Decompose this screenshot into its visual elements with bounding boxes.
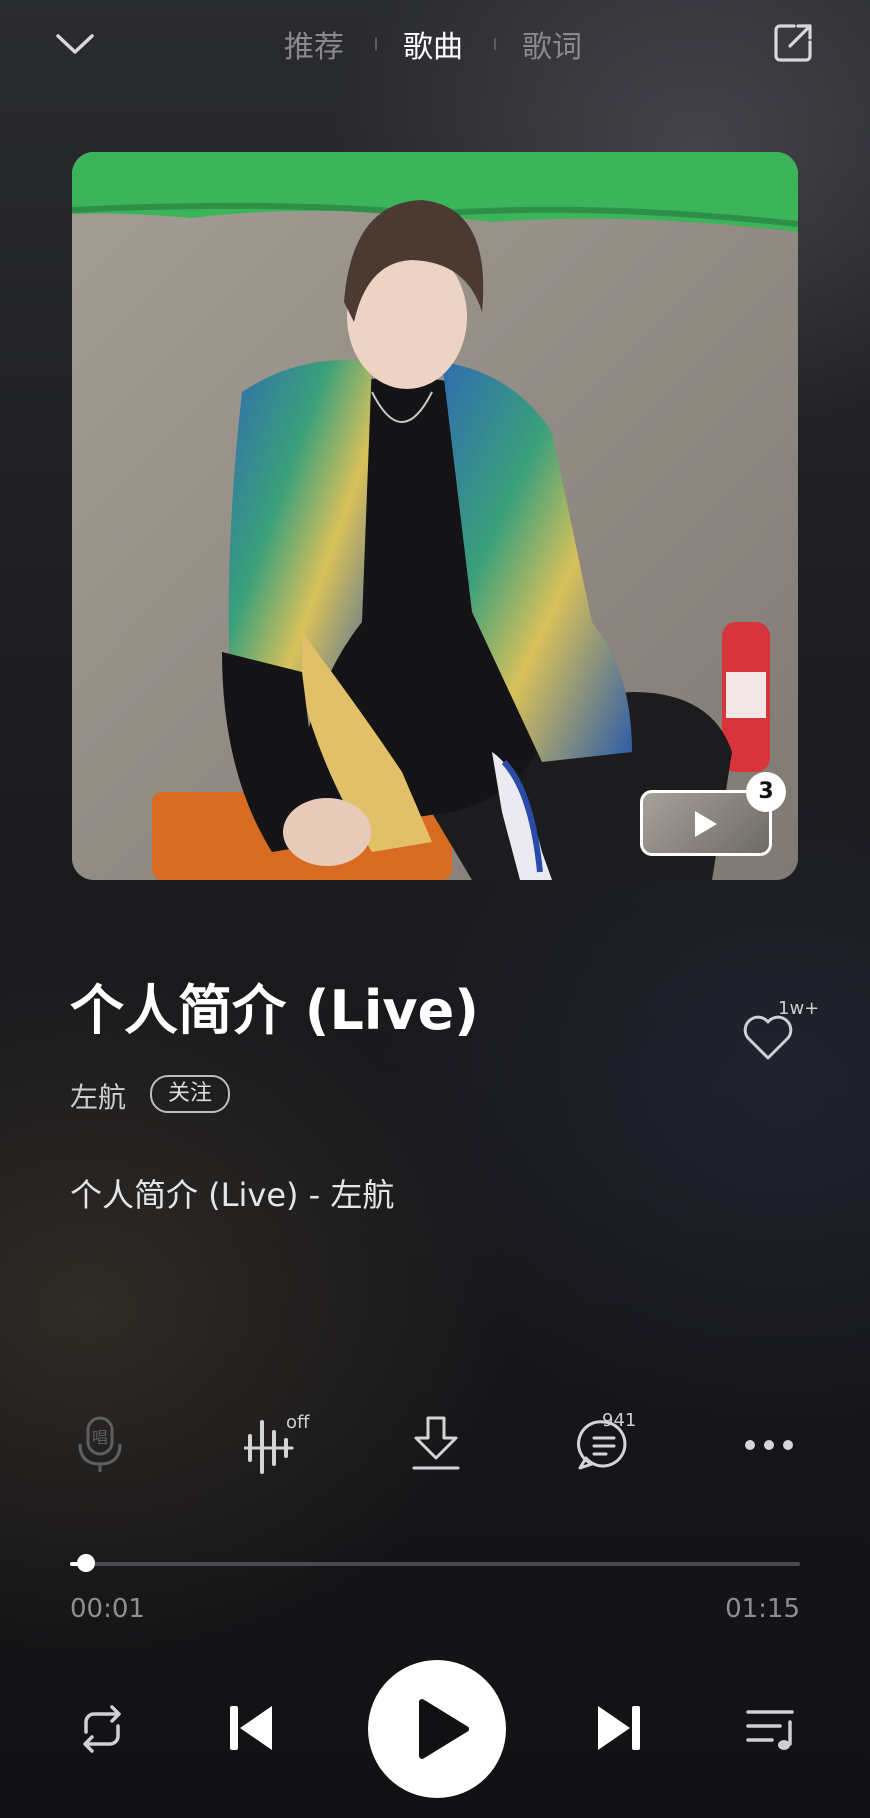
share-button[interactable]: [770, 20, 816, 66]
album-cover[interactable]: [72, 152, 798, 880]
current-time: 00:01: [70, 1594, 145, 1624]
comment-count: 941: [602, 1410, 637, 1431]
tab-song[interactable]: 歌曲: [403, 22, 463, 66]
progress-thumb[interactable]: [77, 1554, 96, 1572]
skip-previous-icon: [230, 1706, 272, 1750]
next-button[interactable]: [594, 1702, 644, 1754]
play-button[interactable]: [368, 1660, 506, 1798]
play-icon: [419, 1699, 469, 1759]
skip-next-icon: [598, 1706, 640, 1750]
download-icon: [412, 1416, 460, 1470]
like-count: 1w+: [778, 998, 820, 1019]
follow-button[interactable]: 关注: [150, 1075, 231, 1113]
artist-name[interactable]: 左航: [70, 1076, 126, 1116]
video-count-badge: 3: [746, 772, 786, 812]
progress-track[interactable]: [70, 1562, 800, 1566]
more-button[interactable]: [742, 1432, 796, 1458]
total-time: 01:15: [725, 1594, 800, 1624]
share-out-icon: [774, 24, 812, 62]
repeat-button[interactable]: [74, 1704, 130, 1754]
tab-divider: [375, 38, 377, 50]
sing-label: 唱: [91, 1428, 108, 1447]
playlist-button[interactable]: [744, 1704, 800, 1754]
more-dots-icon: [745, 1440, 793, 1450]
chevron-down-icon: [56, 34, 94, 54]
tab-recommend[interactable]: 推荐: [284, 22, 344, 66]
tab-lyrics[interactable]: 歌词: [522, 22, 582, 66]
song-title: 个人简介 (Live): [70, 979, 479, 1042]
tab-divider: [494, 38, 496, 50]
sing-button[interactable]: 唱: [72, 1414, 128, 1474]
cover-artwork: [72, 152, 798, 880]
current-lyric[interactable]: 个人简介 (Live) - 左航: [70, 1170, 394, 1216]
previous-button[interactable]: [226, 1702, 276, 1754]
playlist-icon: [746, 1710, 794, 1750]
sound-effect-state: off: [286, 1412, 310, 1433]
sound-effect-button[interactable]: off: [242, 1412, 324, 1476]
comments-button[interactable]: 941: [576, 1410, 662, 1474]
download-button[interactable]: [410, 1414, 462, 1474]
repeat-icon: [83, 1705, 121, 1753]
collapse-button[interactable]: [52, 26, 98, 60]
